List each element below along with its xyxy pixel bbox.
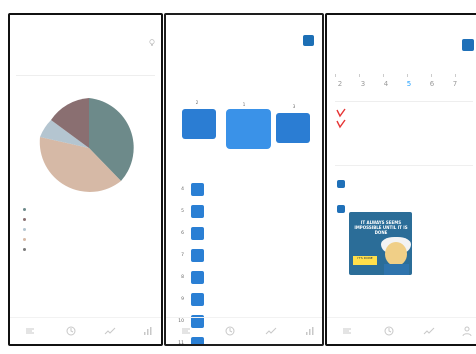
player-avatar <box>191 293 204 306</box>
meme-book: IT'S DONE <box>353 256 377 265</box>
meme-shirt <box>384 264 409 275</box>
player-avatar <box>191 227 204 240</box>
day-2[interactable]: 2 <box>335 80 345 88</box>
podium-avatar-first[interactable] <box>226 109 271 149</box>
day-3[interactable]: 3 <box>358 80 368 88</box>
bars-icon[interactable] <box>142 325 154 337</box>
separator <box>335 165 473 166</box>
lightbulb-icon[interactable] <box>149 39 155 47</box>
feed-avatar[interactable] <box>337 180 345 188</box>
legend-row <box>18 245 158 255</box>
legend-dot <box>23 228 26 231</box>
day-7[interactable]: 7 <box>450 80 460 88</box>
feed-avatar[interactable] <box>337 205 345 213</box>
legend-row <box>18 225 158 235</box>
menu-icon[interactable] <box>180 325 192 337</box>
tick <box>455 74 456 77</box>
leaderboard-screen: 2 1 3 4 5 6 7 8 9 10 11 <box>164 13 324 346</box>
player-avatar <box>191 271 204 284</box>
bottom-navigation <box>327 317 476 344</box>
legend-row <box>18 215 158 225</box>
player-avatar <box>191 205 204 218</box>
tick <box>383 74 384 77</box>
tick <box>335 74 336 77</box>
trend-icon[interactable] <box>423 325 435 337</box>
tick <box>407 74 408 77</box>
period-tabs <box>174 69 183 74</box>
time-distribution-pie-chart[interactable] <box>34 93 144 203</box>
player-avatar <box>191 183 204 196</box>
total-row <box>18 265 158 275</box>
legend <box>18 205 158 255</box>
list-item[interactable]: 4 <box>174 181 318 199</box>
rank-number: 9 <box>181 297 184 302</box>
list-item[interactable]: 8 <box>174 269 318 287</box>
bottom-navigation <box>166 317 322 344</box>
clock-icon[interactable] <box>224 325 236 337</box>
statistics-screen <box>8 13 163 346</box>
check-item[interactable] <box>336 119 476 130</box>
list-item[interactable]: 9 <box>174 291 318 309</box>
bars-icon[interactable] <box>304 325 316 337</box>
day-plan-screen: 2 3 4 5 6 7 8 IT ALWAYS SEEMS IMPOSSIBLE… <box>325 13 476 346</box>
day-6[interactable]: 6 <box>427 80 437 88</box>
trend-icon[interactable] <box>104 325 116 337</box>
rank-number: 7 <box>181 253 184 258</box>
divider <box>16 75 155 76</box>
clock-icon[interactable] <box>65 325 77 337</box>
rank-number: 6 <box>181 231 184 236</box>
user-avatar[interactable] <box>462 39 474 51</box>
tick <box>431 74 432 77</box>
podium-rank: 3 <box>292 104 296 109</box>
legend-dot <box>23 238 26 241</box>
check-item[interactable] <box>336 108 476 119</box>
user-avatar[interactable] <box>303 35 314 46</box>
meme-face <box>385 242 407 266</box>
week-ticks <box>335 74 476 77</box>
checklist <box>336 108 476 130</box>
legend-dot <box>23 208 26 211</box>
podium-rank: 2 <box>195 100 199 105</box>
day-5[interactable]: 5 <box>404 80 414 88</box>
meme-caption: IT ALWAYS SEEMS IMPOSSIBLE UNTIL IT IS D… <box>354 220 408 235</box>
podium-avatar[interactable] <box>276 113 310 143</box>
divider <box>335 101 473 102</box>
podium-avatar[interactable] <box>182 109 216 139</box>
profile-icon[interactable] <box>461 325 473 337</box>
list-item[interactable]: 7 <box>174 247 318 265</box>
legend-dot <box>23 218 26 221</box>
podium-rank: 1 <box>242 102 246 107</box>
clock-icon[interactable] <box>383 325 395 337</box>
leaderboard-tabs <box>173 56 188 62</box>
legend-dot <box>23 248 26 251</box>
menu-icon[interactable] <box>24 325 36 337</box>
rank-number: 5 <box>181 209 184 214</box>
meme-image: IT ALWAYS SEEMS IMPOSSIBLE UNTIL IT IS D… <box>349 212 412 275</box>
rank-number: 4 <box>181 187 184 192</box>
day-4[interactable]: 4 <box>381 80 391 88</box>
rank-number: 8 <box>181 275 184 280</box>
menu-icon[interactable] <box>341 325 353 337</box>
bottom-navigation <box>10 317 161 344</box>
legend-row <box>18 235 158 245</box>
tick <box>359 74 360 77</box>
week-day-selector: 2 3 4 5 6 7 8 <box>335 80 476 92</box>
legend-row <box>18 205 158 215</box>
player-avatar <box>191 249 204 262</box>
list-item[interactable]: 6 <box>174 225 318 243</box>
red-checkmark-icon <box>336 119 346 129</box>
list-item[interactable]: 5 <box>174 203 318 221</box>
red-checkmark-icon <box>336 108 346 118</box>
trend-icon[interactable] <box>265 325 277 337</box>
